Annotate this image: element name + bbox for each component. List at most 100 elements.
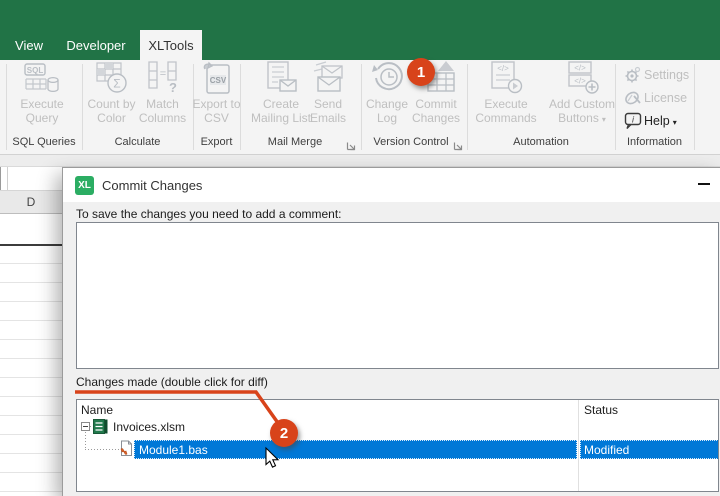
match-columns-button[interactable]: = ? Match Columns	[134, 61, 191, 125]
gridline	[0, 396, 62, 397]
gridline	[0, 415, 62, 416]
count-by-color-icon: Σ	[95, 61, 129, 97]
gear-icon	[622, 66, 644, 84]
gridline	[0, 282, 62, 283]
license-button[interactable]: License	[622, 86, 702, 109]
gridline	[0, 320, 62, 321]
minimize-icon	[698, 183, 710, 185]
gridline	[0, 491, 62, 492]
comment-prompt-label: To save the changes you need to add a co…	[76, 207, 342, 221]
export-to-csv-button[interactable]: CSV Export to CSV	[190, 61, 243, 125]
step-badge-2: 2	[270, 419, 298, 447]
column-header-name[interactable]: Name	[81, 403, 113, 417]
svg-text:?: ?	[169, 80, 177, 95]
dropdown-caret-icon: ▾	[672, 117, 677, 127]
help-button[interactable]: i Help ▾	[622, 109, 702, 132]
change-log-button[interactable]: Change Log	[362, 61, 412, 125]
group-label-information: Information	[626, 136, 683, 148]
button-label: Execute Commands	[475, 97, 537, 125]
group-label-calculate: Calculate	[114, 136, 161, 148]
column-header-d[interactable]: D	[0, 190, 62, 214]
group-label-mail-merge: Mail Merge	[267, 136, 323, 148]
dialog-title: Commit Changes	[102, 177, 203, 193]
button-label: License	[644, 90, 688, 105]
comment-input[interactable]	[76, 222, 719, 369]
group-label-sql-queries: SQL Queries	[12, 136, 76, 148]
button-label: Settings	[644, 67, 690, 82]
tab-developer[interactable]: Developer	[57, 30, 135, 60]
tab-view[interactable]: View	[6, 30, 52, 60]
version-control-dialog-launcher[interactable]	[453, 139, 464, 151]
gridline	[0, 434, 62, 435]
dropdown-caret-icon: ▾	[601, 115, 606, 124]
settings-button[interactable]: Settings	[622, 63, 702, 86]
excel-workbook-icon	[93, 419, 108, 434]
column-divider	[578, 400, 579, 491]
mailing-list-icon	[264, 61, 298, 97]
formula-bar-strip	[0, 155, 720, 167]
tree-connector	[85, 449, 119, 450]
csv-file-icon: CSV	[201, 61, 233, 97]
selected-status-cell[interactable]: Modified	[580, 440, 718, 459]
dialog-title-bar[interactable]: XL Commit Changes	[63, 168, 720, 202]
svg-text:</>: </>	[574, 64, 586, 73]
gridline	[0, 358, 62, 359]
svg-text:</>: </>	[574, 77, 586, 86]
svg-text:=: =	[159, 68, 165, 80]
worksheet-area[interactable]: D	[0, 167, 62, 496]
status-badge: Modified	[584, 442, 630, 457]
gridline	[0, 472, 62, 473]
group-label-version-control: Version Control	[373, 136, 449, 148]
help-bubble-icon: i	[622, 111, 644, 130]
gridline	[0, 263, 62, 264]
button-label: Execute Query	[20, 97, 64, 125]
tree-connector	[85, 432, 86, 450]
button-label: Help ▾	[644, 113, 677, 128]
mail-merge-dialog-launcher[interactable]	[346, 139, 357, 151]
column-header-status[interactable]: Status	[584, 403, 618, 417]
name-box-divider	[7, 167, 8, 190]
execute-commands-button[interactable]: </> Execute Commands	[467, 61, 545, 125]
count-by-color-button[interactable]: Σ Count by Color	[84, 61, 139, 125]
group-label-export: Export	[200, 136, 233, 148]
gridline	[0, 377, 62, 378]
collapse-expander-icon[interactable]	[81, 422, 90, 431]
screenshot-root: View Developer XLTools e SQL Execute Que…	[0, 0, 720, 496]
button-label: Match Columns	[138, 97, 187, 125]
xltools-app-icon: XL	[75, 176, 94, 195]
minimize-button[interactable]	[691, 171, 717, 197]
step-badge-1: 1	[407, 58, 435, 86]
worksheet-left-border	[0, 167, 1, 190]
svg-text:i: i	[632, 115, 635, 125]
button-label: Change Log	[365, 97, 409, 125]
match-columns-icon: = ?	[147, 61, 179, 97]
code-run-icon: </>	[488, 61, 524, 97]
changes-made-label: Changes made (double click for diff)	[76, 375, 268, 389]
svg-text:</>: </>	[497, 64, 509, 73]
changes-list[interactable]: Name Status Invoices.xlsm Module1.bas Mo…	[76, 399, 719, 492]
envelopes-icon	[310, 61, 346, 97]
button-label: Send Emails	[309, 97, 346, 125]
group-label-automation: Automation	[513, 136, 569, 148]
svg-text:Σ: Σ	[113, 77, 120, 91]
code-add-icon: </> </>	[564, 61, 600, 97]
gridline	[0, 453, 62, 454]
workbook-name: Invoices.xlsm	[113, 420, 186, 434]
license-pen-icon	[622, 89, 644, 107]
button-label: Commit Changes	[411, 97, 461, 125]
selected-name-cell[interactable]: Module1.bas	[134, 440, 577, 459]
execute-query-button[interactable]: SQL Execute Query	[10, 61, 74, 125]
add-custom-buttons-button[interactable]: </> </> Add Custom Buttons ▾	[545, 61, 619, 127]
button-label: Count by Color	[87, 97, 136, 125]
cell-border-dark	[0, 244, 62, 246]
button-label: Export to CSV	[192, 97, 241, 125]
ribbon: e SQL Execute Query SQL Queries	[0, 60, 720, 172]
tab-xltools[interactable]: XLTools	[140, 30, 202, 60]
gridline	[0, 301, 62, 302]
module-name: Module1.bas	[139, 442, 208, 457]
button-label: Add Custom Buttons ▾	[548, 97, 616, 125]
send-emails-button[interactable]: Send Emails	[304, 61, 352, 125]
svg-text:SQL: SQL	[27, 66, 44, 75]
history-clock-icon	[369, 61, 405, 97]
svg-text:CSV: CSV	[209, 76, 226, 85]
